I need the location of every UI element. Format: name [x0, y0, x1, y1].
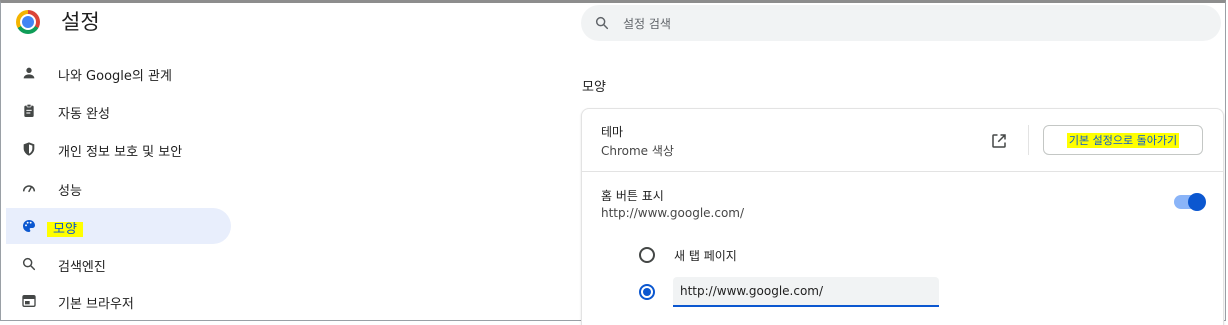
palette-icon [23, 220, 35, 232]
sidebar-item-default-browser[interactable]: 기본 브라우저 [6, 283, 231, 319]
appearance-card: 테마 Chrome 색상 기본 설정으로 돌아가기 홈 버튼 표시 http:/… [581, 108, 1224, 325]
sidebar-item-label: 모양 [47, 218, 83, 237]
sidebar-item-label: 개인 정보 보호 및 보안 [58, 145, 183, 160]
shield-icon [23, 142, 35, 156]
divider [582, 171, 1223, 172]
search-bar[interactable] [581, 5, 1221, 41]
reset-to-default-button[interactable]: 기본 설정으로 돌아가기 [1043, 125, 1203, 155]
custom-url-field[interactable] [673, 277, 939, 307]
radio-new-tab-page[interactable] [639, 247, 655, 263]
sidebar-item-label: 성능 [58, 184, 82, 199]
divider [1028, 125, 1029, 155]
clipboard-icon [24, 104, 34, 117]
radio-custom-url[interactable] [639, 284, 655, 300]
sidebar-item-label: 검색엔진 [58, 260, 106, 275]
person-icon [23, 67, 35, 79]
theme-subtitle: Chrome 색상 [601, 144, 674, 158]
home-button-title: 홈 버튼 표시 [601, 189, 664, 203]
chrome-logo-icon [16, 10, 40, 34]
open-in-new-icon[interactable] [990, 132, 1008, 150]
sidebar-item-label: 나와 Google의 관계 [58, 69, 172, 84]
home-button-toggle[interactable] [1174, 193, 1206, 211]
speedometer-icon [22, 185, 36, 193]
sidebar-item-label: 자동 완성 [58, 107, 110, 122]
new-tab-page-label: 새 탭 페이지 [674, 249, 737, 263]
toggle-knob [1188, 193, 1206, 211]
sidebar-item-autofill[interactable]: 자동 완성 [6, 93, 231, 129]
search-icon [595, 16, 609, 30]
home-button-subtitle: http://www.google.com/ [601, 206, 745, 220]
sidebar-item-search-engine[interactable]: 검색엔진 [6, 246, 231, 282]
theme-title: 테마 [601, 125, 624, 139]
section-title: 모양 [582, 80, 606, 95]
search-input[interactable] [621, 13, 1185, 35]
sidebar-item-privacy-security[interactable]: 개인 정보 보호 및 보안 [6, 131, 231, 167]
sidebar-item-performance[interactable]: 성능 [6, 170, 231, 206]
sidebar-item-you-and-google[interactable]: 나와 Google의 관계 [6, 55, 231, 91]
page-title: 설정 [61, 10, 100, 34]
search-icon [22, 257, 36, 271]
sidebar-item-label: 기본 브라우저 [58, 297, 134, 312]
sidebar-item-appearance[interactable]: 모양 [6, 208, 231, 244]
browser-window-icon [22, 295, 36, 307]
